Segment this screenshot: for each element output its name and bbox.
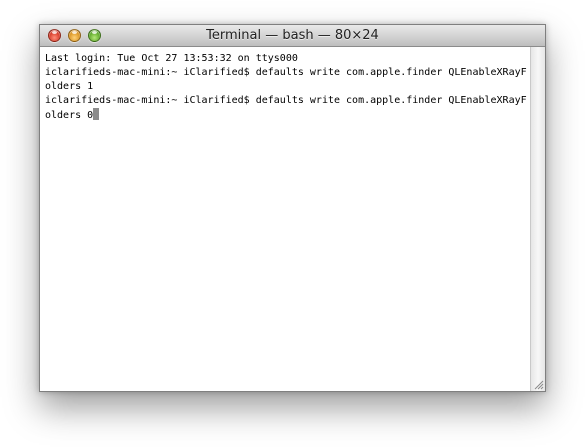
terminal-line: olders 1 [45, 81, 94, 92]
terminal-line: iclarifieds-mac-mini:~ iClarified$ defau… [45, 67, 527, 78]
vertical-scrollbar[interactable] [530, 47, 545, 391]
text-cursor [93, 108, 100, 120]
terminal-line-text: olders 0 [45, 110, 94, 121]
terminal-output[interactable]: Last login: Tue Oct 27 13:53:32 on ttys0… [40, 47, 529, 391]
terminal-line: iclarifieds-mac-mini:~ iClarified$ defau… [45, 95, 527, 106]
window-title: Terminal — bash — 80×24 [206, 28, 379, 43]
terminal-lines: Last login: Tue Oct 27 13:53:32 on ttys0… [40, 47, 529, 123]
terminal-line: Last login: Tue Oct 27 13:53:32 on ttys0… [45, 53, 298, 64]
terminal-line-current: olders 0 [40, 108, 529, 123]
terminal-window: Terminal — bash — 80×24 Last login: Tue … [39, 24, 546, 392]
resize-grip-icon[interactable] [532, 378, 544, 390]
title-bar[interactable]: Terminal — bash — 80×24 [40, 25, 545, 47]
